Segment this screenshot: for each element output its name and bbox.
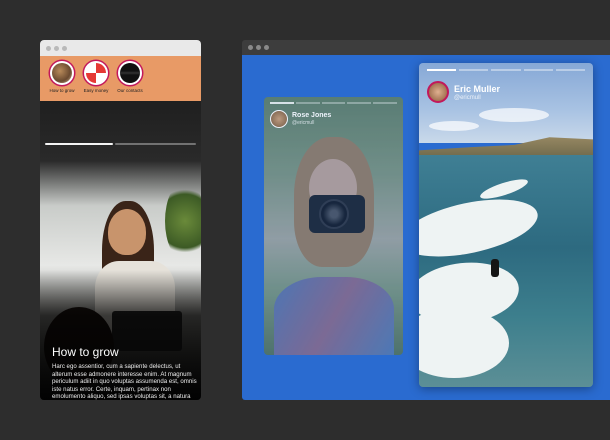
- user-handle: @ericmull: [454, 94, 481, 101]
- stories-canvas: Rose Jones @ericmull Eric Muller @ericmu…: [242, 55, 610, 400]
- stories-bar: How to grow Easy money Our contacts: [40, 56, 201, 101]
- story-thumb-label: How to grow: [49, 88, 75, 93]
- mobile-window: How to grow Easy money Our contacts How …: [40, 40, 201, 400]
- story-progress-segment: [295, 102, 320, 104]
- surfer-image: [491, 259, 499, 277]
- user-name: Rose Jones: [292, 112, 332, 119]
- story-viewer[interactable]: How to grow Harc ego assentior, cum a sa…: [40, 101, 201, 400]
- story-progress-segment: [555, 69, 586, 71]
- story-title: How to grow: [52, 345, 119, 359]
- user-avatar[interactable]: [270, 110, 288, 128]
- story-thumb-label: Our contacts: [117, 88, 143, 93]
- story-progress-fill: [45, 143, 113, 145]
- plant-image: [165, 181, 201, 261]
- inactive-card-tint: [264, 97, 403, 355]
- woman-head-image: [108, 209, 146, 255]
- story-progress-segment: [459, 69, 489, 71]
- story-progress-bar: [427, 69, 586, 71]
- story-description: Harc ego assentior, cum a sapiente delec…: [52, 363, 197, 400]
- story-progress-segment: [114, 143, 196, 145]
- story-thumb-label: Easy money: [83, 88, 109, 93]
- desktop-window: Rose Jones @ericmull Eric Muller @ericmu…: [242, 40, 610, 400]
- window-maximize-dot[interactable]: [62, 45, 67, 51]
- story-user-header[interactable]: Rose Jones @ericmull: [270, 110, 331, 128]
- window-minimize-dot[interactable]: [256, 45, 261, 50]
- story-progress-bar: [270, 102, 397, 104]
- window-maximize-dot[interactable]: [264, 45, 269, 50]
- story-progress-segment: [321, 102, 346, 104]
- cloud-image: [429, 121, 479, 131]
- cloud-image: [479, 108, 549, 122]
- user-name: Eric Muller: [454, 83, 501, 94]
- window-close-dot[interactable]: [248, 45, 253, 50]
- desktop-titlebar: [242, 40, 610, 55]
- story-progress-segment: [347, 102, 372, 104]
- story-progress-segment: [491, 69, 521, 71]
- story-progress-segment: [427, 69, 457, 71]
- mobile-titlebar: [40, 40, 201, 56]
- window-close-dot[interactable]: [46, 45, 51, 51]
- story-user-header[interactable]: Eric Muller @ericmull: [427, 81, 500, 103]
- window-minimize-dot[interactable]: [54, 45, 59, 51]
- story-thumb-easy-money[interactable]: Easy money: [81, 61, 111, 93]
- story-thumb-image: [86, 63, 106, 83]
- sky-image: [419, 63, 593, 143]
- story-card-rose-jones[interactable]: Rose Jones @ericmull: [264, 97, 403, 355]
- story-thumb-image: [52, 63, 72, 83]
- story-progress-bar: [45, 143, 196, 145]
- story-thumb-image: [120, 63, 140, 83]
- story-progress-segment: [270, 102, 294, 104]
- story-progress-segment: [373, 102, 397, 104]
- user-avatar[interactable]: [427, 81, 449, 103]
- story-progress-segment: [523, 69, 553, 71]
- story-thumb-how-to-grow[interactable]: How to grow: [47, 61, 77, 93]
- story-card-eric-muller[interactable]: Eric Muller @ericmull: [419, 63, 593, 387]
- user-handle: @ericmull: [292, 120, 315, 126]
- story-thumb-our-contacts[interactable]: Our contacts: [115, 61, 145, 93]
